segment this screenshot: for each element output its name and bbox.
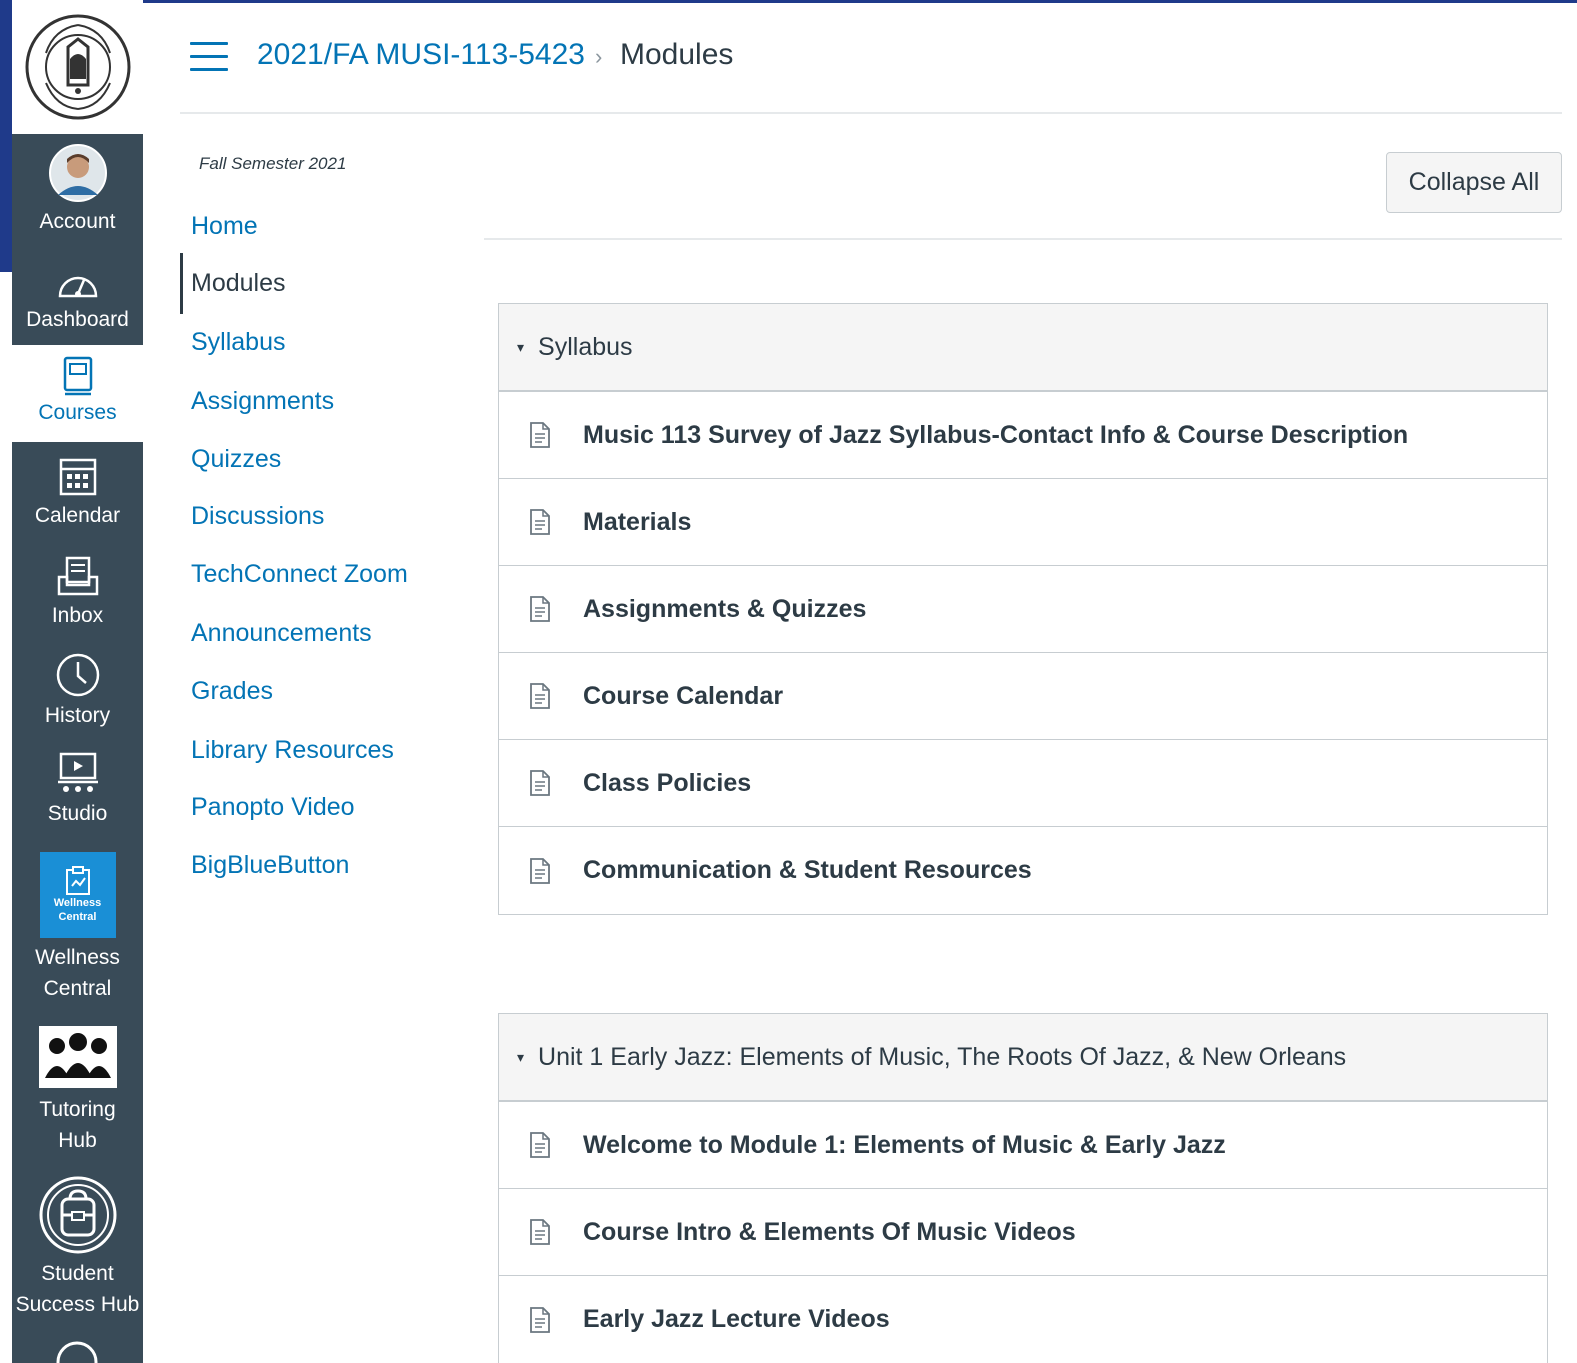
module-syllabus: ▾ Syllabus Music 113 Survey of Jazz Syll…: [498, 303, 1548, 915]
module-item-link[interactable]: Course Intro & Elements Of Music Videos: [583, 1218, 1076, 1247]
nav-item-history[interactable]: History: [12, 650, 143, 731]
module-item: Assignments & Quizzes: [499, 566, 1547, 653]
module-item-link[interactable]: Welcome to Module 1: Elements of Music &…: [583, 1131, 1226, 1160]
module-item: Materials: [499, 479, 1547, 566]
course-nav-quizzes[interactable]: Quizzes: [191, 445, 281, 474]
course-nav-active-indicator: [180, 253, 183, 314]
wellness-tile-line1: Wellness: [53, 897, 102, 909]
dashboard-icon: [58, 276, 97, 298]
module-item-link[interactable]: Music 113 Survey of Jazz Syllabus-Contac…: [583, 421, 1408, 450]
clipboard-icon: [65, 866, 90, 895]
page-header: 2021/FA MUSI-113-5423 › Modules: [180, 0, 1562, 114]
module-title: Unit 1 Early Jazz: Elements of Music, Th…: [538, 1042, 1347, 1071]
module-header[interactable]: ▾ Syllabus: [499, 304, 1547, 392]
module-item-link[interactable]: Course Calendar: [583, 682, 783, 711]
nav-label-dashboard: Dashboard: [26, 308, 129, 331]
module-header[interactable]: ▾ Unit 1 Early Jazz: Elements of Music, …: [499, 1014, 1547, 1102]
nav-item-studio[interactable]: Studio: [12, 748, 143, 829]
nav-label-success-line2: Success Hub: [15, 1293, 140, 1316]
module-item: Communication & Student Resources: [499, 827, 1547, 914]
course-nav-announcements[interactable]: Announcements: [191, 619, 372, 648]
nav-label-wellness-line1: Wellness: [35, 946, 120, 969]
breadcrumb-current: Modules: [620, 38, 734, 71]
course-nav-grades[interactable]: Grades: [191, 677, 273, 706]
nav-label-calendar: Calendar: [34, 504, 121, 527]
breadcrumb-separator-icon: ›: [595, 44, 603, 69]
nav-item-calendar[interactable]: Calendar: [12, 452, 143, 531]
avatar: [48, 144, 107, 202]
wellness-central-icon: Wellness Central: [39, 852, 116, 938]
nav-label-success-line1: Student: [41, 1262, 114, 1285]
course-nav-assignments[interactable]: Assignments: [191, 387, 334, 416]
module-title: Syllabus: [538, 332, 633, 361]
inbox-icon: [57, 556, 98, 596]
courses-icon: [63, 356, 92, 396]
module-item: Welcome to Module 1: Elements of Music &…: [499, 1102, 1547, 1189]
term-label: Fall Semester 2021: [199, 154, 347, 173]
tutoring-hub-icon: [38, 1026, 117, 1088]
course-nav-modules[interactable]: Modules: [191, 269, 286, 298]
course-nav-panopto-video[interactable]: Panopto Video: [191, 793, 355, 822]
module-item-link[interactable]: Materials: [583, 508, 691, 537]
global-nav: Account Dashboard Courses Calendar Inbox…: [12, 0, 143, 1363]
page-icon: [529, 1306, 553, 1334]
history-icon: [56, 653, 99, 697]
module-item-link[interactable]: Early Jazz Lecture Videos: [583, 1305, 890, 1334]
nav-item-courses[interactable]: Courses: [12, 345, 143, 442]
course-menu-toggle-icon[interactable]: [190, 42, 228, 74]
wellness-tile-line2: Central: [58, 911, 97, 923]
course-nav-discussions[interactable]: Discussions: [191, 502, 324, 531]
window-frame-left: [0, 0, 12, 272]
module-item: Music 113 Survey of Jazz Syllabus-Contac…: [499, 392, 1547, 479]
course-nav-library-resources[interactable]: Library Resources: [191, 736, 394, 765]
nav-label-wellness-line2: Central: [43, 977, 112, 1000]
nav-label-inbox: Inbox: [51, 604, 104, 627]
nav-label-history: History: [44, 704, 111, 727]
module-item-link[interactable]: Class Policies: [583, 769, 751, 798]
page-icon: [529, 1218, 553, 1246]
content-divider: [484, 238, 1562, 240]
nav-label-courses: Courses: [38, 401, 117, 424]
caret-down-icon: ▾: [517, 1048, 525, 1065]
course-nav-bigbluebutton[interactable]: BigBlueButton: [191, 851, 349, 880]
help-icon[interactable]: [55, 1340, 99, 1363]
nav-label-tutoring-line1: Tutoring: [39, 1098, 116, 1121]
page-icon: [529, 769, 553, 797]
college-seal-icon: [25, 14, 130, 120]
caret-down-icon: ▾: [517, 338, 525, 355]
nav-label-account: Account: [39, 210, 116, 233]
page-icon: [529, 508, 553, 536]
module-item: Course Intro & Elements Of Music Videos: [499, 1189, 1547, 1276]
course-nav-home[interactable]: Home: [191, 212, 258, 241]
nav-item-inbox[interactable]: Inbox: [12, 552, 143, 631]
course-nav-techconnect-zoom[interactable]: TechConnect Zoom: [191, 560, 408, 589]
page-icon: [529, 1131, 553, 1159]
course-nav-syllabus[interactable]: Syllabus: [191, 328, 286, 357]
nav-label-tutoring-line2: Hub: [58, 1129, 97, 1152]
studio-icon: [57, 752, 98, 792]
nav-item-student-success-hub[interactable]: Student Success Hub: [12, 1172, 143, 1320]
page-icon: [529, 595, 553, 623]
nav-item-wellness-central[interactable]: Wellness Central Wellness Central: [12, 852, 143, 1004]
module-unit-1: ▾ Unit 1 Early Jazz: Elements of Music, …: [498, 1013, 1548, 1363]
nav-item-account[interactable]: Account: [12, 140, 143, 237]
college-logo[interactable]: [12, 0, 143, 134]
module-item-link[interactable]: Assignments & Quizzes: [583, 595, 866, 624]
module-item: Class Policies: [499, 740, 1547, 827]
module-item: Course Calendar: [499, 653, 1547, 740]
page-icon: [529, 421, 553, 449]
nav-label-studio: Studio: [47, 802, 108, 825]
page-icon: [529, 857, 553, 885]
student-success-hub-icon: [39, 1176, 116, 1254]
module-item: Early Jazz Lecture Videos: [499, 1276, 1547, 1363]
breadcrumb-course-link[interactable]: 2021/FA MUSI-113-5423: [257, 38, 585, 72]
nav-item-dashboard[interactable]: Dashboard: [12, 262, 143, 335]
calendar-icon: [59, 458, 96, 496]
collapse-all-button[interactable]: Collapse All: [1386, 152, 1562, 213]
module-item-link[interactable]: Communication & Student Resources: [583, 856, 1032, 885]
people-group-icon: [44, 1033, 111, 1078]
page-icon: [529, 682, 553, 710]
nav-item-tutoring-hub[interactable]: Tutoring Hub: [12, 1026, 143, 1156]
